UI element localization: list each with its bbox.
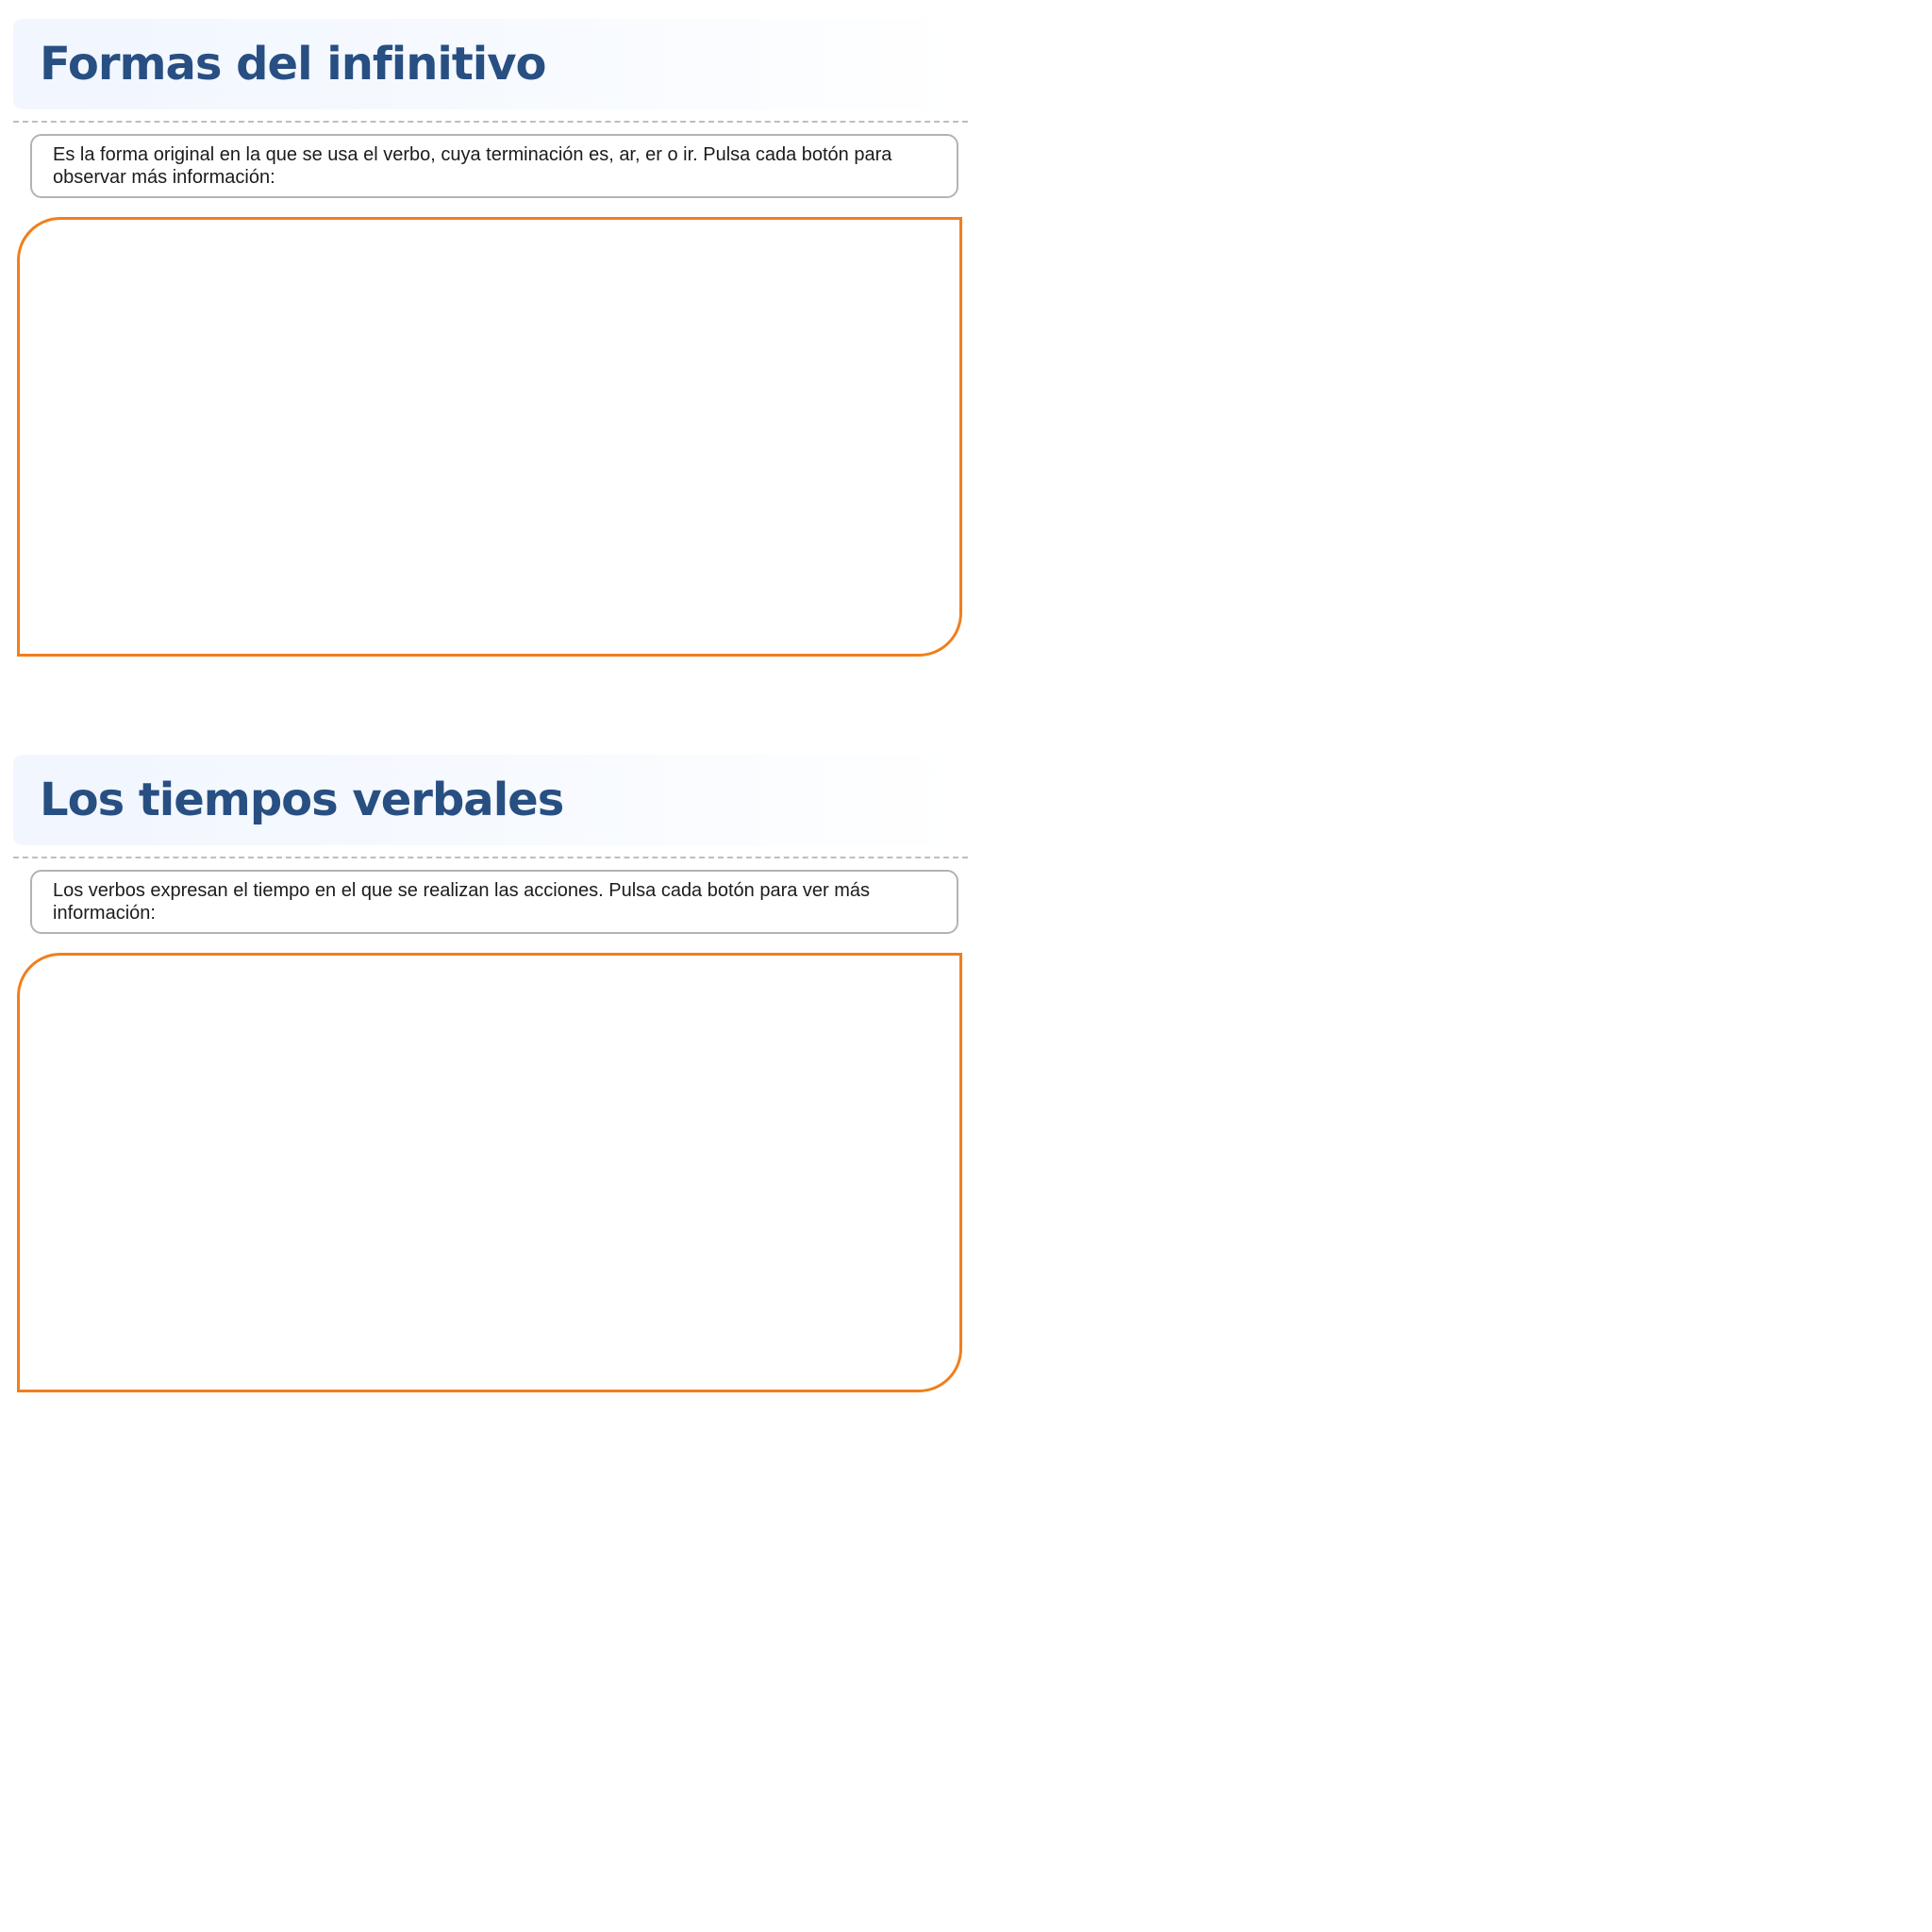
section-title: Los tiempos verbales — [40, 774, 564, 826]
description-text: Es la forma original en la que se usa el… — [53, 144, 892, 188]
description-box: Es la forma original en la que se usa el… — [30, 134, 958, 198]
dashed-divider — [13, 121, 968, 123]
description-text: Los verbos expresan el tiempo en el que … — [53, 880, 871, 924]
interactive-content-frame[interactable] — [17, 217, 962, 657]
section-header: Formas del infinitivo — [13, 19, 964, 109]
section-title: Formas del infinitivo — [40, 38, 547, 91]
interactive-content-frame[interactable] — [17, 953, 962, 1392]
description-box: Los verbos expresan el tiempo en el que … — [30, 870, 958, 934]
section-header: Los tiempos verbales — [13, 755, 964, 845]
dashed-divider — [13, 857, 968, 858]
